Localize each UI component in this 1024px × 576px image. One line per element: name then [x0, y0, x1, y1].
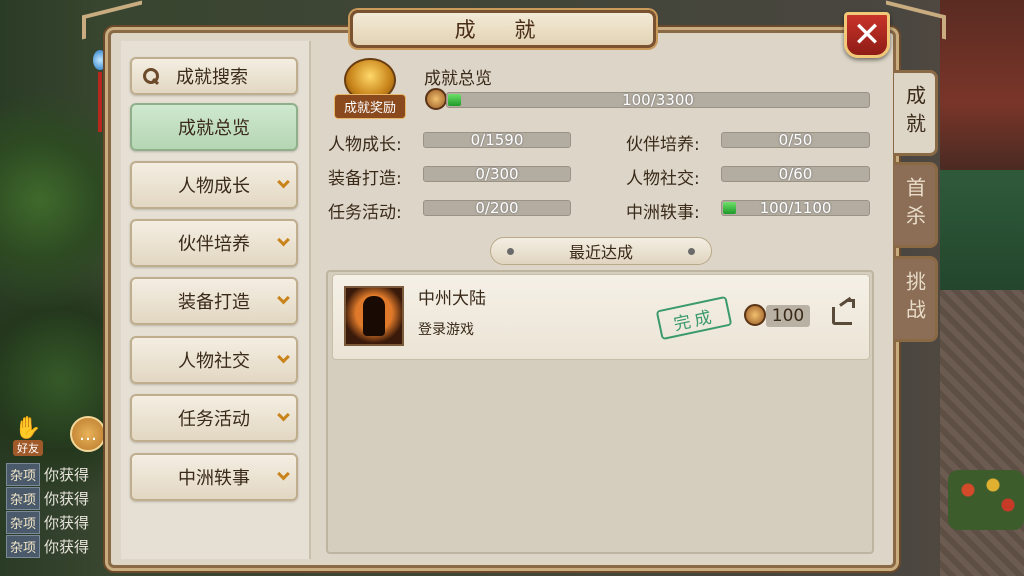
scene-right — [940, 0, 1024, 576]
progress-text: 0/300 — [475, 165, 519, 183]
chevron-down-icon — [277, 408, 290, 422]
overview-title: 成就总览 — [424, 69, 492, 89]
chat-tag: 杂项 — [6, 486, 41, 510]
menu-item-middle-earth-anecdotes[interactable]: 中洲轶事 — [130, 453, 298, 501]
chat-bubble-icon[interactable]: … — [70, 416, 106, 452]
scene-rug — [940, 170, 1024, 290]
menu-label: 成就搜索 — [176, 67, 248, 88]
stat-label: 中洲轶事: — [626, 203, 700, 223]
menu-label: 成就总览 — [178, 118, 250, 139]
scene-flowers — [948, 470, 1024, 530]
stat-label: 伙伴培养: — [626, 135, 700, 155]
tab-achievements[interactable]: 成就 — [894, 70, 938, 156]
stat-label: 装备打造: — [328, 169, 402, 189]
chat-tag: 杂项 — [6, 534, 41, 558]
chevron-down-icon — [277, 467, 290, 481]
chat-line: 杂项 你获得 — [6, 462, 106, 486]
progress-text: 0/50 — [778, 131, 813, 149]
chat-log: 杂项 你获得 杂项 你获得 杂项 你获得 杂项 你获得 — [6, 462, 106, 558]
progress-fill — [723, 202, 737, 214]
achievement-point-icon — [425, 88, 447, 110]
menu-item-overview[interactable]: 成就总览 — [130, 103, 298, 151]
chat-text: 你获得 — [44, 489, 90, 508]
chat-line: 杂项 你获得 — [6, 486, 106, 510]
progress-text: 0/1590 — [470, 131, 524, 149]
window-title: 成 就 — [350, 10, 656, 48]
stat-progress-bar: 0/200 — [423, 200, 571, 216]
menu-label: 伙伴培养 — [178, 234, 250, 255]
tassel-ornament — [98, 72, 102, 132]
menu-label: 装备打造 — [178, 292, 250, 313]
tab-first-kill[interactable]: 首杀 — [894, 162, 938, 248]
chat-line: 杂项 你获得 — [6, 534, 106, 558]
chat-text: 你获得 — [44, 537, 90, 556]
achievement-description: 登录游戏 — [418, 322, 474, 338]
menu-item-partner-training[interactable]: 伙伴培养 — [130, 219, 298, 267]
stat-progress-bar: 0/1590 — [423, 132, 571, 148]
total-progress-bar: 100/3300 — [446, 92, 870, 108]
recent-achievements-header: 最近达成 — [490, 237, 712, 265]
achievement-icon — [344, 286, 404, 346]
chat-tag: 杂项 — [6, 510, 41, 534]
menu-item-character-growth[interactable]: 人物成长 — [130, 161, 298, 209]
chat-text: 你获得 — [44, 513, 90, 532]
stat-progress-bar: 0/300 — [423, 166, 571, 182]
silhouette-icon — [363, 296, 385, 336]
search-icon — [142, 67, 160, 85]
progress-fill — [448, 94, 461, 106]
achievement-point-icon — [744, 304, 766, 326]
stat-progress-bar: 0/50 — [721, 132, 870, 148]
chevron-down-icon — [277, 175, 290, 189]
menu-item-quest-activities[interactable]: 任务活动 — [130, 394, 298, 442]
close-button[interactable]: ✕ — [844, 12, 890, 58]
menu-label: 中洲轶事 — [178, 468, 250, 489]
stat-progress-bar: 100/1100 — [721, 200, 870, 216]
stat-label: 任务活动: — [328, 203, 402, 223]
chevron-down-icon — [277, 350, 290, 364]
friends-label: 好友 — [13, 440, 43, 456]
progress-text: 100/1100 — [759, 199, 832, 217]
menu-label: 人物成长 — [178, 176, 250, 197]
menu-item-character-social[interactable]: 人物社交 — [130, 336, 298, 384]
gem-tassel-ornament — [93, 50, 107, 150]
menu-label: 人物社交 — [178, 351, 250, 372]
stat-label: 人物成长: — [328, 135, 402, 155]
friends-button[interactable]: ✋ 好友 — [8, 414, 48, 456]
section-title: 最近达成 — [568, 243, 633, 262]
menu-label: 任务活动 — [178, 409, 250, 430]
chevron-down-icon — [277, 291, 290, 305]
menu-item-equipment-forging[interactable]: 装备打造 — [130, 277, 298, 325]
progress-text: 0/200 — [475, 199, 519, 217]
achievement-search-button[interactable]: 成就搜索 — [130, 57, 298, 95]
stat-progress-bar: 0/60 — [721, 166, 870, 182]
chest-label: 成就奖励 — [334, 94, 406, 119]
stat-label: 人物社交: — [626, 169, 700, 189]
chat-tag: 杂项 — [6, 462, 41, 486]
tab-label: 挑战 — [902, 271, 927, 327]
tab-label: 首杀 — [902, 177, 927, 233]
scene-roof — [940, 0, 1024, 170]
achievement-reward-chest[interactable]: 成就奖励 — [334, 58, 406, 119]
progress-text: 100/3300 — [622, 91, 694, 109]
share-icon[interactable] — [832, 299, 855, 325]
chat-line: 杂项 你获得 — [6, 510, 106, 534]
chevron-down-icon — [277, 233, 290, 247]
tab-challenge[interactable]: 挑战 — [894, 256, 938, 342]
gem-icon — [93, 50, 107, 70]
achievement-name: 中州大陆 — [418, 289, 486, 309]
handshake-icon: ✋ — [14, 416, 42, 441]
reward-points: 100 — [766, 305, 810, 327]
progress-text: 0/60 — [778, 165, 813, 183]
chat-text: 你获得 — [44, 465, 90, 484]
tab-label: 成就 — [902, 85, 927, 141]
